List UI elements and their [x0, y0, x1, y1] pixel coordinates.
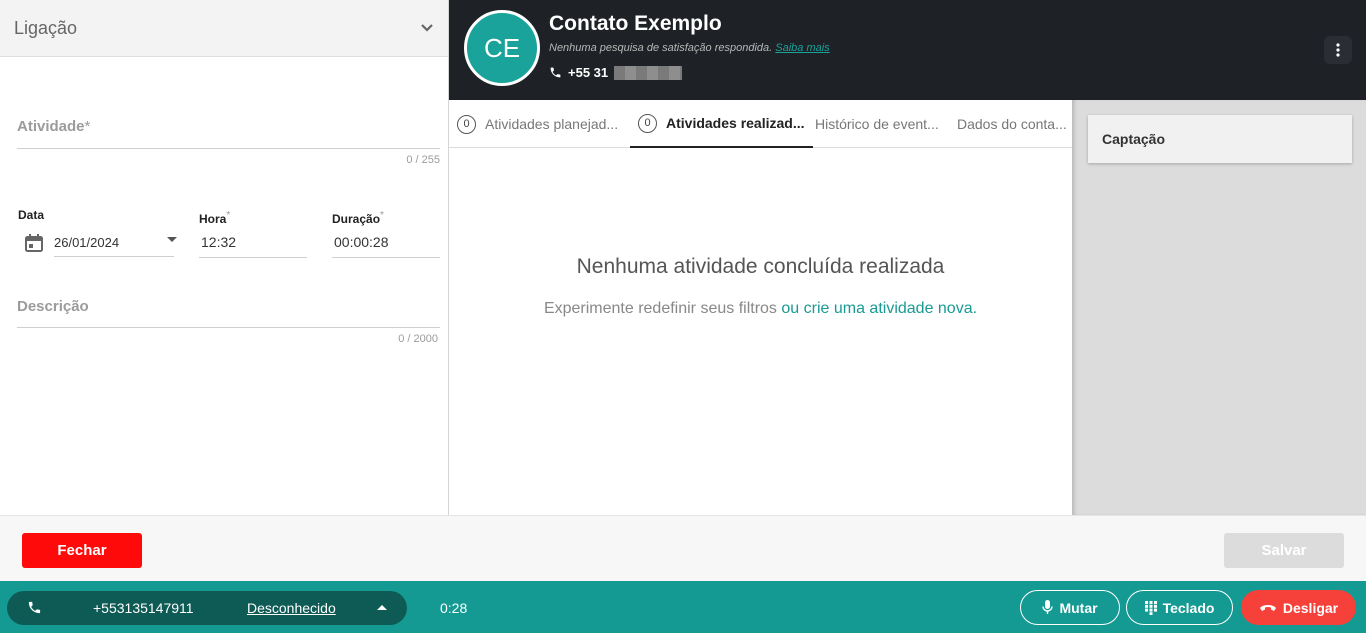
time-label: Hora* [199, 210, 231, 226]
description-field[interactable]: Descrição 0 / 2000 [17, 298, 440, 345]
empty-state-subtitle: Experimente redefinir seus filtros ou cr… [543, 300, 978, 317]
hangup-button[interactable]: Desligar [1241, 590, 1356, 625]
tab-contact-data[interactable]: Dados do conta... [957, 100, 1067, 148]
learn-more-link[interactable]: Saiba mais [775, 42, 829, 54]
empty-state-title: Nenhuma atividade concluída realizada [576, 255, 945, 278]
keypad-button[interactable]: Teclado [1126, 590, 1233, 625]
tab-bar: 0 Atividades planejad... 0 Atividades re… [449, 100, 1072, 148]
activity-form-panel: Ligação Atividade* 0 / 255 Data 26/01/20… [0, 0, 449, 515]
date-underline [54, 256, 174, 257]
tab-count-badge: 0 [638, 113, 657, 133]
tab-event-history[interactable]: Histórico de event... [815, 100, 939, 148]
mute-button[interactable]: Mutar [1020, 590, 1120, 625]
tab-completed-activities[interactable]: 0 Atividades realizad... [630, 100, 813, 148]
activities-area: 0 Atividades planejad... 0 Atividades re… [449, 100, 1072, 515]
description-counter: 0 / 2000 [398, 333, 438, 345]
phone-icon [28, 601, 41, 614]
masked-phone-digits [614, 65, 683, 80]
create-activity-link[interactable]: ou crie uma atividade nova. [781, 300, 977, 317]
kebab-menu-icon [1336, 43, 1340, 57]
duration-input[interactable]: 00:00:28 [334, 234, 389, 250]
save-button[interactable]: Salvar [1224, 533, 1344, 568]
call-contact-status[interactable]: Desconhecido [247, 600, 336, 616]
duration-label: Duração* [332, 210, 384, 226]
date-time-row: Data 26/01/2024 Hora* 12:32 Duração* 00:… [18, 206, 440, 262]
date-input[interactable]: 26/01/2024 [54, 235, 119, 250]
time-underline [199, 257, 307, 258]
call-timer: 0:28 [440, 600, 468, 616]
phone-icon [550, 67, 561, 78]
duration-underline [332, 257, 440, 258]
tab-count-badge: 0 [457, 114, 476, 134]
call-number: +553135147911 [93, 600, 194, 616]
right-side-panel: Captação [1072, 100, 1366, 515]
time-input[interactable]: 12:32 [201, 234, 236, 250]
active-call-pill[interactable]: +553135147911 Desconhecido [7, 591, 407, 625]
more-options-button[interactable] [1324, 36, 1352, 64]
activity-field[interactable]: Atividade* 0 / 255 [17, 118, 440, 166]
activity-type-label: Ligação [14, 17, 78, 38]
description-label: Descrição [17, 298, 89, 315]
call-bar: +553135147911 Desconhecido 0:28 Mutar Te… [0, 581, 1366, 633]
avatar: CE [464, 10, 540, 86]
chevron-down-icon [421, 24, 433, 32]
captacao-card[interactable]: Captação [1088, 115, 1352, 163]
activity-label: Atividade* [17, 118, 91, 135]
activity-underline [17, 148, 440, 149]
contact-header: CE Contato Exemplo Nenhuma pesquisa de s… [449, 0, 1366, 100]
caret-down-icon[interactable] [166, 236, 178, 244]
contact-phone: +55 31 [549, 65, 683, 80]
calendar-icon[interactable] [24, 233, 44, 253]
activity-type-select[interactable]: Ligação [0, 0, 448, 57]
hangup-icon [1259, 605, 1276, 611]
tab-planned-activities[interactable]: 0 Atividades planejad... [457, 100, 618, 148]
survey-status: Nenhuma pesquisa de satisfação respondid… [549, 42, 830, 54]
description-underline [17, 327, 440, 328]
close-button[interactable]: Fechar [22, 533, 142, 568]
contact-name: Contato Exemplo [549, 12, 722, 35]
dialpad-icon [1144, 600, 1157, 615]
microphone-icon [1042, 600, 1054, 614]
date-label: Data [18, 208, 45, 222]
form-footer: Fechar Salvar [0, 515, 1366, 581]
activity-counter: 0 / 255 [406, 154, 440, 166]
caret-up-icon[interactable] [377, 604, 387, 611]
